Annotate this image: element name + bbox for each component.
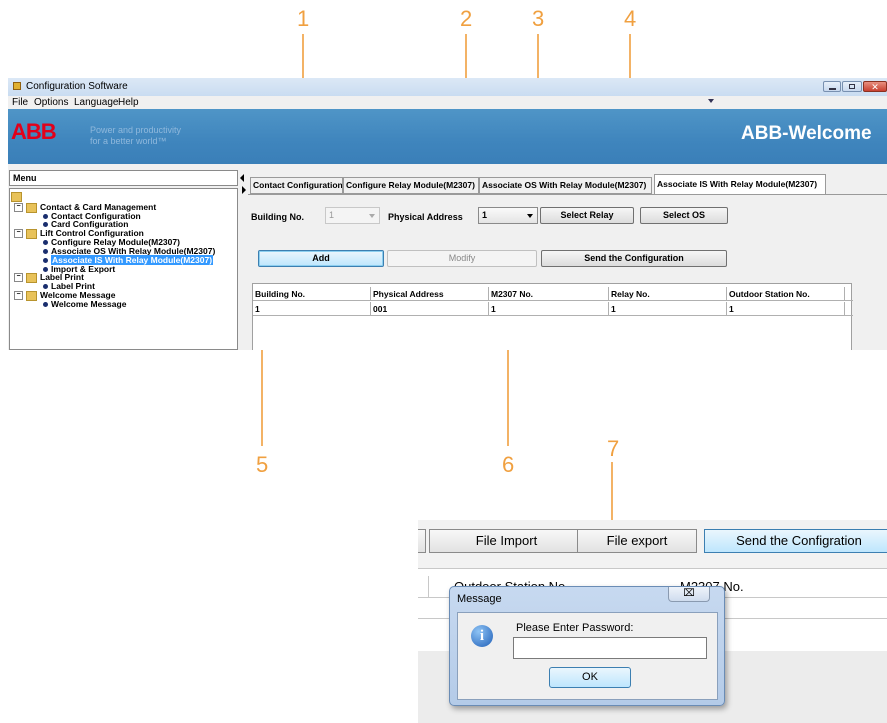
- abb-logo: ABB: [11, 119, 57, 144]
- tab-associate-is[interactable]: Associate IS With Relay Module(M2307): [654, 174, 826, 194]
- collapse-icon[interactable]: −: [14, 273, 23, 283]
- bullet-icon: [43, 284, 48, 290]
- bullet-icon: [43, 249, 48, 255]
- column-relay-no[interactable]: Relay No.: [609, 287, 727, 301]
- tab-contact-configuration[interactable]: Contact Configuration: [250, 177, 343, 194]
- callout-6: 6: [502, 452, 515, 477]
- send-configuration-button[interactable]: Send the Configuration: [541, 250, 727, 267]
- collapse-icon[interactable]: −: [14, 229, 23, 239]
- association-table: Building No. Physical Address M2307 No. …: [252, 283, 853, 350]
- minimize-icon: [829, 88, 836, 90]
- collapse-left-icon[interactable]: [240, 174, 244, 182]
- select-relay-button[interactable]: Select Relay: [540, 207, 634, 224]
- app-window: Configuration Software ✕ File Options La…: [8, 78, 887, 350]
- physical-address-select[interactable]: 1: [478, 207, 538, 224]
- tagline-2: for a better world™: [90, 136, 167, 146]
- cell-outdoor-station-no: 1: [727, 302, 845, 316]
- building-select[interactable]: 1: [325, 207, 380, 224]
- dialog-body: i Please Enter Password: OK: [457, 612, 718, 700]
- dialog-close-button[interactable]: ⌧: [668, 587, 710, 602]
- close-button[interactable]: ✕: [863, 81, 887, 92]
- bullet-icon: [43, 258, 48, 264]
- menu-options[interactable]: Options: [34, 97, 68, 108]
- table-header: Building No. Physical Address M2307 No. …: [253, 287, 853, 301]
- password-input[interactable]: [513, 637, 707, 659]
- expand-right-icon[interactable]: [242, 186, 246, 194]
- title-bar: Configuration Software ✕: [8, 78, 887, 96]
- select-os-button[interactable]: Select OS: [640, 207, 728, 224]
- partial-button[interactable]: [418, 529, 426, 553]
- import-export-view: File Import File export Send the Configr…: [418, 520, 887, 723]
- chevron-down-icon: [527, 214, 533, 218]
- cell-relay-no: 1: [609, 302, 727, 316]
- collapse-icon[interactable]: −: [14, 203, 23, 213]
- app-icon: [13, 82, 21, 90]
- table-row[interactable]: 1 001 1 1 1: [253, 302, 853, 316]
- tab-content: Building No. 1 Physical Address 1 Select…: [248, 194, 887, 350]
- tree-root-folder-icon: [11, 191, 25, 202]
- tree-item-welcome-message[interactable]: Welcome Message: [43, 299, 126, 309]
- column-m2307-no[interactable]: M2307 No.: [489, 287, 609, 301]
- bullet-icon: [43, 222, 48, 228]
- tab-configure-relay-module[interactable]: Configure Relay Module(M2307): [343, 177, 479, 194]
- message-dialog: Message ⌧ i Please Enter Password: OK: [449, 586, 725, 706]
- restore-button[interactable]: [842, 81, 862, 92]
- collapse-icon[interactable]: −: [14, 291, 23, 301]
- bullet-icon: [43, 240, 48, 246]
- physical-address-value: 1: [482, 210, 488, 220]
- callout-7: 7: [607, 436, 620, 461]
- physical-address-label: Physical Address: [388, 212, 463, 222]
- send-configration-button[interactable]: Send the Configration: [704, 529, 887, 553]
- column-outdoor-station-no[interactable]: Outdoor Station No.: [727, 287, 845, 301]
- menu-language[interactable]: Language: [74, 97, 119, 108]
- cell-physical-address: 001: [371, 302, 489, 316]
- info-icon: i: [471, 625, 493, 647]
- brand-title: ABB-Welcome: [741, 123, 872, 144]
- close-icon: ⌧: [683, 588, 695, 599]
- brand-banner: ABB Power and productivity for a better …: [8, 109, 887, 164]
- bullet-icon: [43, 302, 48, 308]
- cell-m2307-no: 1: [489, 302, 609, 316]
- callout-2: 2: [460, 6, 473, 31]
- close-icon: ✕: [871, 82, 879, 92]
- building-label: Building No.: [251, 212, 304, 222]
- window-title: Configuration Software: [26, 81, 128, 92]
- minimize-button[interactable]: [823, 81, 841, 92]
- callout-4: 4: [624, 6, 637, 31]
- file-export-button[interactable]: File export: [577, 529, 697, 553]
- sidebar: Menu − Contact & Card Management Contact …: [8, 168, 238, 350]
- building-value: 1: [329, 210, 335, 220]
- modify-button[interactable]: Modify: [387, 250, 537, 267]
- folder-icon: [26, 202, 37, 213]
- add-button[interactable]: Add: [258, 250, 384, 267]
- menu-tree: − Contact & Card Management Contact Confi…: [9, 188, 238, 350]
- restore-icon: [849, 84, 855, 89]
- chevron-down-icon: [369, 214, 375, 218]
- password-prompt: Please Enter Password:: [516, 622, 634, 634]
- column-physical-address[interactable]: Physical Address: [371, 287, 489, 301]
- sidebar-title: Menu: [9, 170, 238, 186]
- menu-file[interactable]: File: [12, 97, 28, 108]
- folder-icon: [26, 228, 37, 239]
- folder-icon: [26, 272, 37, 283]
- ok-button[interactable]: OK: [549, 667, 631, 688]
- column-divider: [428, 576, 429, 598]
- cell-building-no: 1: [253, 302, 371, 316]
- tab-associate-os[interactable]: Associate OS With Relay Module(M2307): [479, 177, 652, 194]
- file-import-button[interactable]: File Import: [429, 529, 584, 553]
- menu-dropdown-icon[interactable]: [708, 99, 714, 103]
- callout-1: 1: [297, 6, 310, 31]
- tagline-1: Power and productivity: [90, 125, 182, 135]
- callout-5: 5: [256, 452, 269, 477]
- menu-help[interactable]: Help: [118, 97, 139, 108]
- callout-3: 3: [532, 6, 545, 31]
- dialog-title: Message: [457, 593, 502, 605]
- menu-bar: File Options Language Help: [8, 96, 887, 109]
- column-building-no[interactable]: Building No.: [253, 287, 371, 301]
- folder-icon: [26, 290, 37, 301]
